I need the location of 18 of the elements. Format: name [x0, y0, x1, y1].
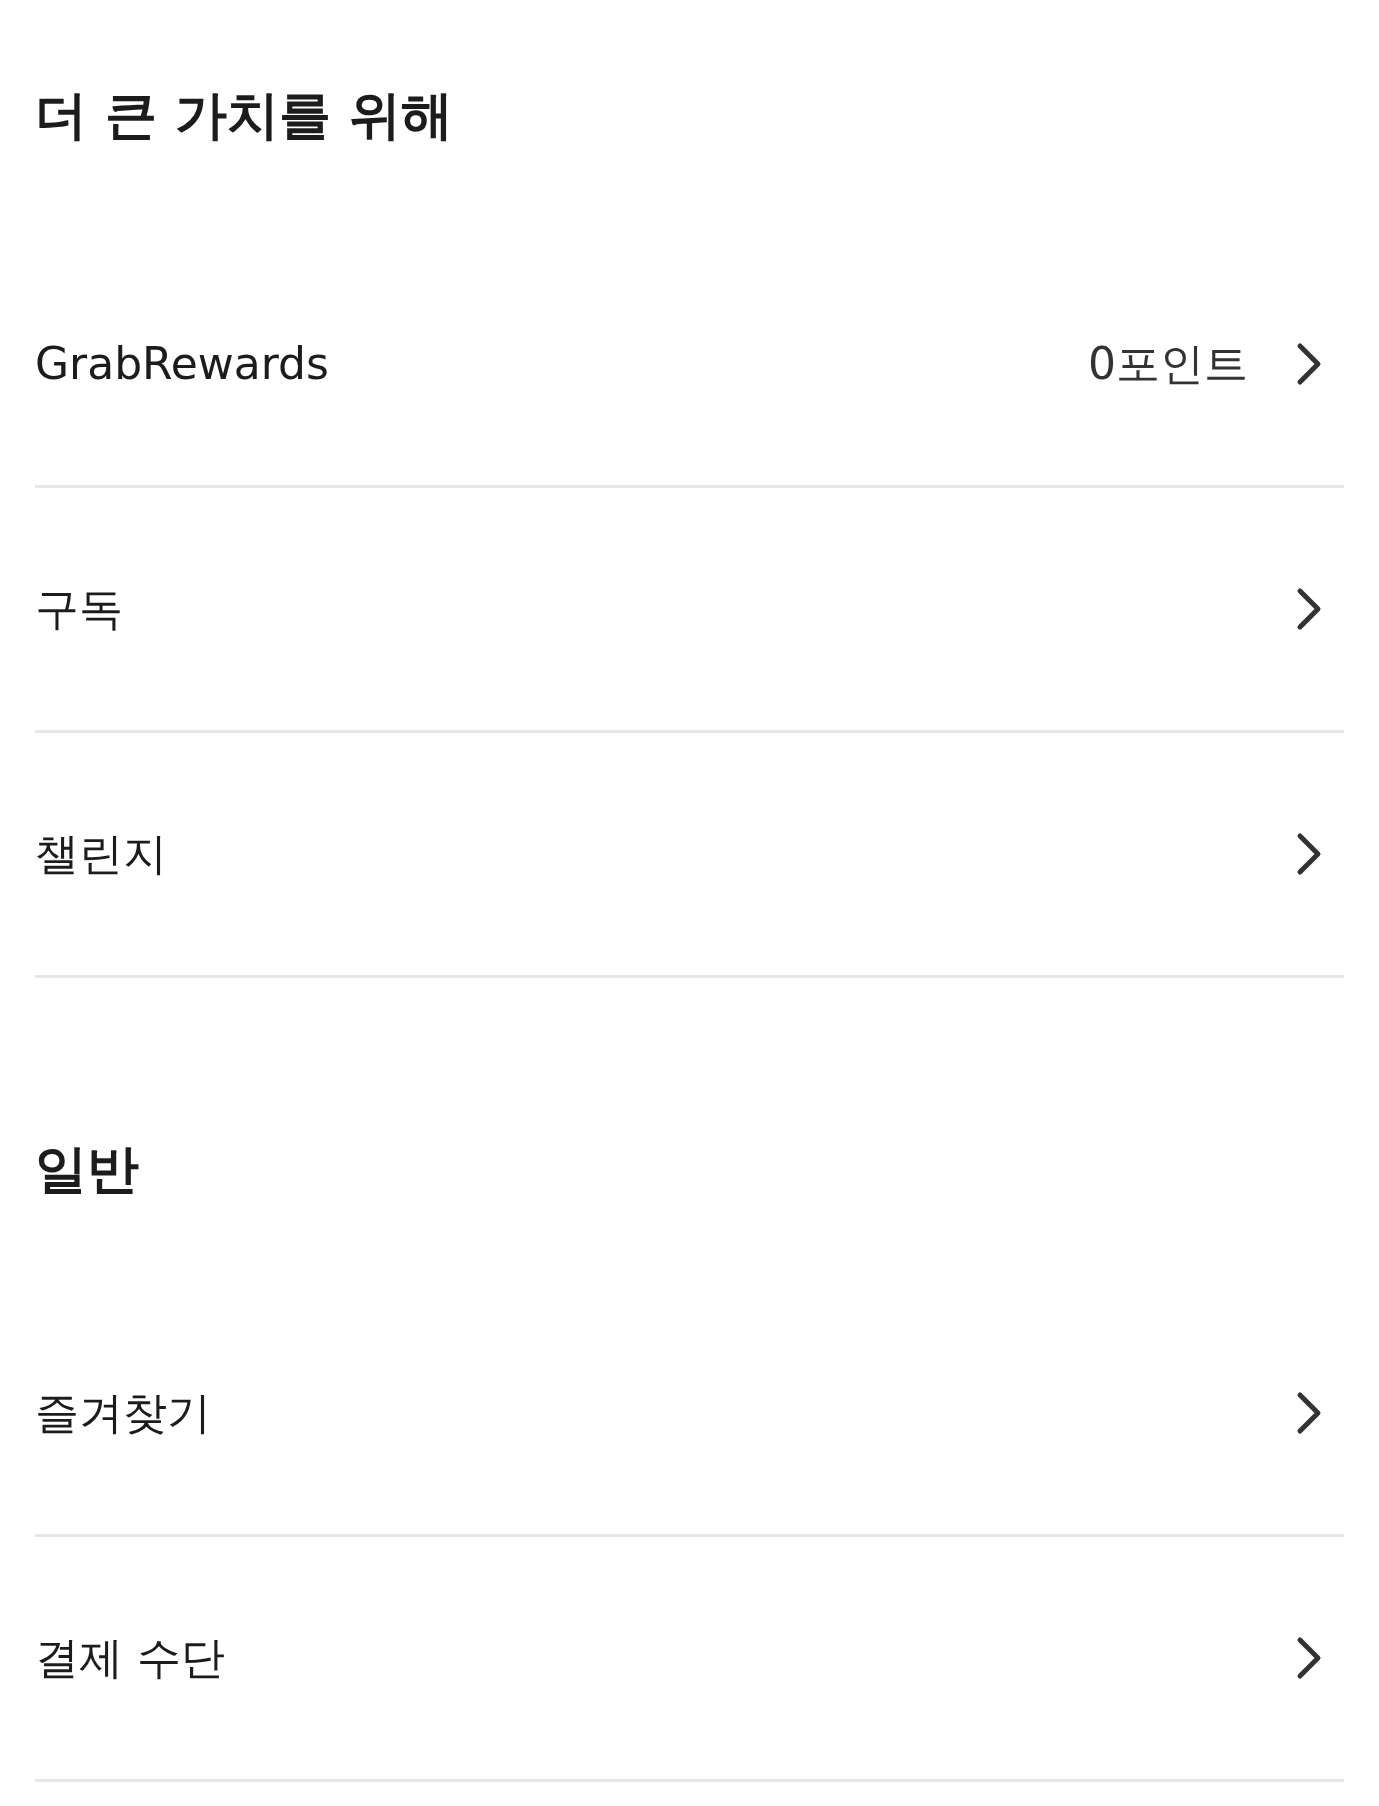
menu-row[interactable]: 구독	[35, 488, 1344, 730]
menu-label: 결제 수단	[35, 1631, 226, 1685]
menu-row[interactable]: 즐겨찾기	[35, 1292, 1344, 1534]
menu-label: 구독	[35, 582, 124, 636]
menu-row[interactable]: GrabRewards 0포인트	[35, 243, 1344, 485]
chevron-right-icon	[1296, 1636, 1322, 1680]
menu-label: GrabRewards	[35, 337, 330, 391]
chevron-right-icon	[1296, 832, 1322, 876]
chevron-right-icon	[1296, 342, 1322, 386]
chevron-right-icon	[1296, 1391, 1322, 1435]
menu-label: 챌린지	[35, 827, 168, 881]
chevron-right-icon	[1296, 587, 1322, 631]
menu-row[interactable]: 결제 수단	[35, 1537, 1344, 1779]
section-heading: 일반	[35, 1143, 139, 1195]
menu-row[interactable]: 챌린지	[35, 733, 1344, 975]
points-value: 0포인트	[1088, 337, 1248, 391]
section-heading: 더 큰 가치를 위해	[35, 89, 454, 141]
menu-label: 즐겨찾기	[35, 1386, 212, 1440]
